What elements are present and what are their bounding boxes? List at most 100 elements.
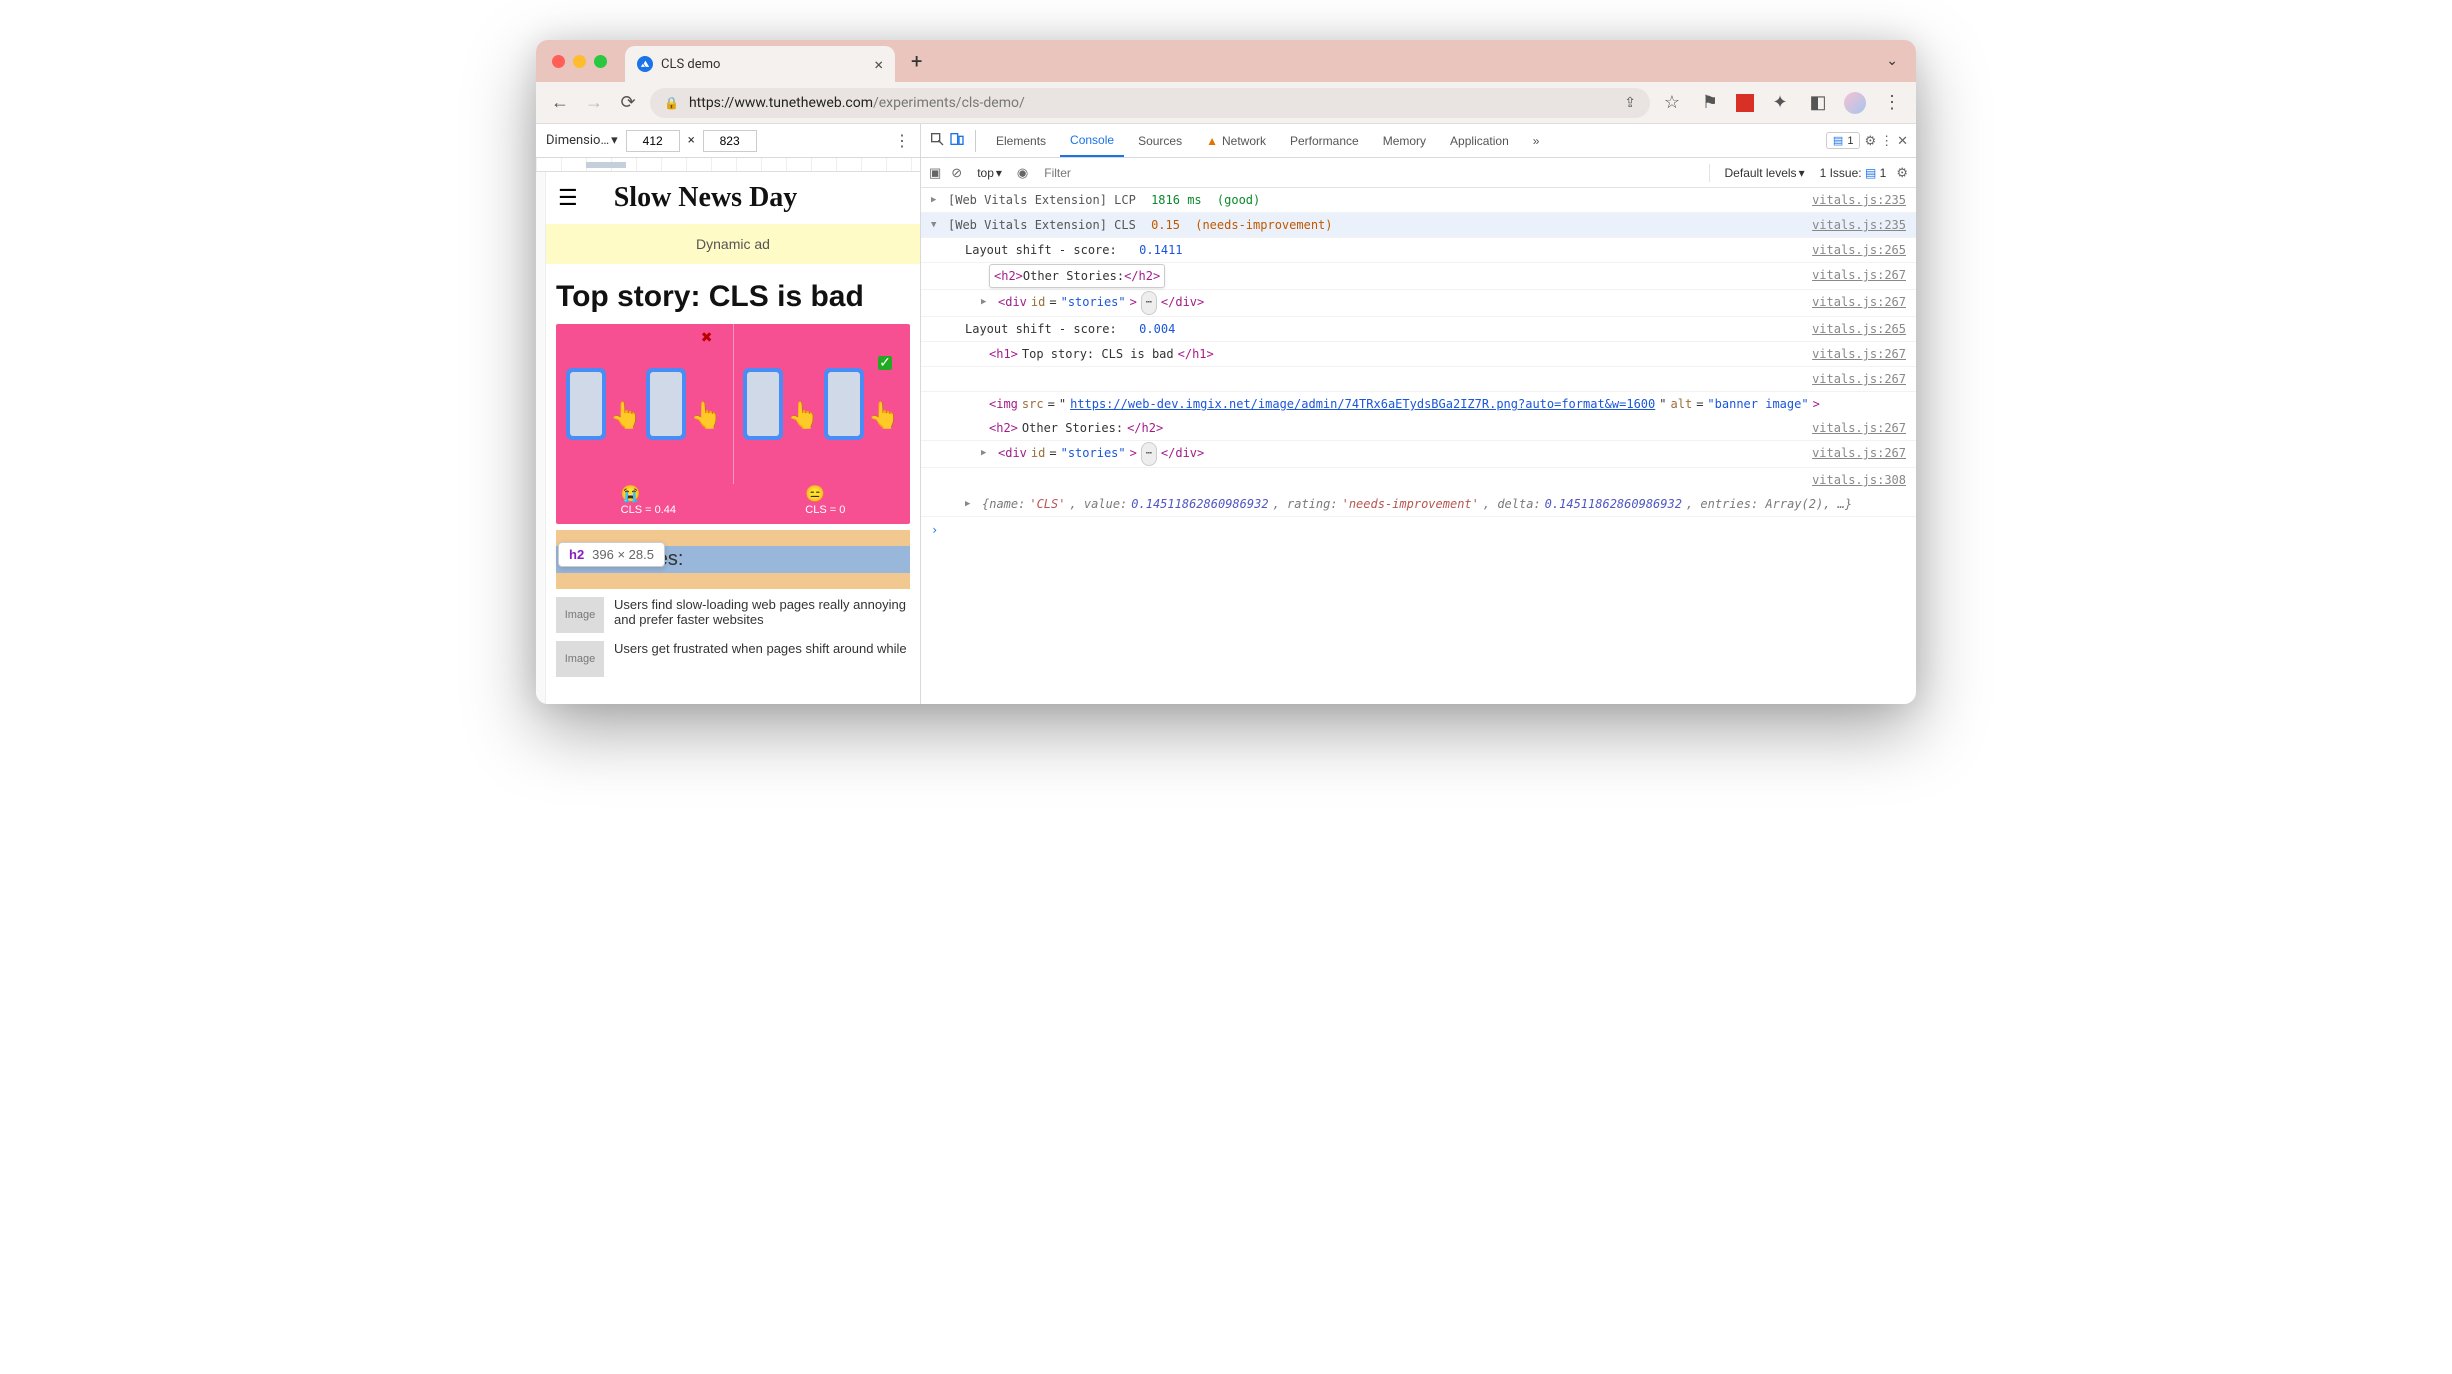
source-link[interactable]: vitals.js:265 <box>1804 239 1906 261</box>
log-entry[interactable]: Layout shift - score: 0.1411 vitals.js:2… <box>921 238 1916 263</box>
log-entry[interactable]: ▼[Web Vitals Extension] CLS 0.15 (needs-… <box>921 213 1916 238</box>
devtools-panel: Elements Console Sources ▲Network Perfor… <box>921 124 1916 704</box>
log-entry[interactable]: vitals.js:267 <box>921 367 1916 392</box>
new-tab-button[interactable]: + <box>911 49 922 73</box>
live-expr-icon[interactable]: ◉ <box>1017 165 1028 181</box>
source-link[interactable]: vitals.js:267 <box>1804 264 1906 288</box>
device-panel: Dimensio…▾ × ⋮ ☰ Slow News Day Dynamic a… <box>536 124 921 704</box>
image-placeholder: Image <box>556 641 604 677</box>
console-settings-icon[interactable]: ⚙ <box>1896 165 1908 181</box>
tab-memory[interactable]: Memory <box>1373 124 1436 157</box>
flag-icon[interactable]: ⚑ <box>1698 91 1722 115</box>
inspect-icon[interactable] <box>929 131 945 150</box>
source-link[interactable]: vitals.js:235 <box>1804 214 1906 236</box>
tab-network[interactable]: ▲Network <box>1196 124 1276 157</box>
ad-banner: Dynamic ad <box>546 224 920 264</box>
workspace: Dimensio…▾ × ⋮ ☰ Slow News Day Dynamic a… <box>536 124 1916 704</box>
dimensions-dropdown[interactable]: Dimensio…▾ <box>546 133 618 148</box>
hamburger-icon[interactable]: ☰ <box>558 185 578 211</box>
browser-toolbar: ← → ⟳ 🔒 https://www.tunetheweb.com/exper… <box>536 82 1916 124</box>
profile-avatar[interactable] <box>1844 92 1866 114</box>
story-item[interactable]: Image Users find slow-loading web pages … <box>556 597 910 633</box>
forward-button[interactable]: → <box>582 91 606 115</box>
issues-chip[interactable]: ▤1 <box>1826 132 1861 149</box>
star-icon[interactable]: ☆ <box>1660 91 1684 115</box>
extension-icon[interactable] <box>1736 94 1754 112</box>
source-link[interactable]: vitals.js:267 <box>1804 442 1906 466</box>
device-viewport[interactable]: ☰ Slow News Day Dynamic ad Top story: CL… <box>546 172 920 704</box>
sidepanel-icon[interactable]: ◧ <box>1806 91 1830 115</box>
close-devtools-icon[interactable]: ✕ <box>1897 133 1908 149</box>
demo-page: ☰ Slow News Day Dynamic ad Top story: CL… <box>546 172 920 677</box>
minimize-window-icon[interactable] <box>573 55 586 68</box>
source-link[interactable]: vitals.js:235 <box>1804 189 1906 211</box>
log-entry[interactable]: <h1>Top story: CLS is bad</h1> vitals.js… <box>921 342 1916 367</box>
url-text: https://www.tunetheweb.com/experiments/c… <box>689 95 1025 111</box>
console-output[interactable]: ▶[Web Vitals Extension] LCP 1816 ms (goo… <box>921 188 1916 704</box>
log-entry[interactable]: <h2>Other Stories:</h2> vitals.js:267 <box>921 416 1916 441</box>
browser-window: CLS demo × + ⌄ ← → ⟳ 🔒 https://www.tunet… <box>536 40 1916 704</box>
console-prompt[interactable]: › <box>921 517 1916 543</box>
close-window-icon[interactable] <box>552 55 565 68</box>
lock-icon: 🔒 <box>664 96 679 110</box>
settings-icon[interactable]: ⚙ <box>1864 133 1876 149</box>
log-entry[interactable]: <h2>Other Stories:</h2> vitals.js:267 <box>921 263 1916 290</box>
levels-selector[interactable]: Default levels ▾ <box>1720 164 1810 182</box>
filter-input[interactable] <box>1038 163 1698 183</box>
log-entry[interactable]: Layout shift - score: 0.004 vitals.js:26… <box>921 317 1916 342</box>
device-toolbar: Dimensio…▾ × ⋮ <box>536 124 920 158</box>
context-selector[interactable]: top ▾ <box>972 164 1007 182</box>
tab-console[interactable]: Console <box>1060 124 1124 157</box>
back-button[interactable]: ← <box>548 91 572 115</box>
width-input[interactable] <box>626 130 680 152</box>
tab-elements[interactable]: Elements <box>986 124 1056 157</box>
window-controls <box>552 55 607 68</box>
favicon-icon <box>637 56 653 72</box>
tab-title: CLS demo <box>661 57 720 72</box>
banner-right: 👆👆 ✓ <box>734 324 911 484</box>
toggle-sidebar-icon[interactable]: ▣ <box>929 165 941 181</box>
device-toggle-icon[interactable] <box>949 131 965 150</box>
headline: Top story: CLS is bad <box>546 264 920 324</box>
kebab-icon[interactable]: ⋮ <box>1880 133 1893 149</box>
story-list: Image Users find slow-loading web pages … <box>546 597 920 677</box>
console-toolbar: ▣ ⊘ top ▾ ◉ Default levels ▾ 1 Issue: ▤ … <box>921 158 1916 188</box>
reload-button[interactable]: ⟳ <box>616 91 640 115</box>
tab-sources[interactable]: Sources <box>1128 124 1192 157</box>
log-entry[interactable]: ▶[Web Vitals Extension] LCP 1816 ms (goo… <box>921 188 1916 213</box>
element-tooltip: h2 396 × 28.5 <box>558 542 665 567</box>
log-entry[interactable]: ▶<div id="stories">⋯</div> vitals.js:267 <box>921 441 1916 468</box>
chevron-down-icon[interactable]: ⌄ <box>1886 53 1898 69</box>
address-bar[interactable]: 🔒 https://www.tunetheweb.com/experiments… <box>650 88 1650 118</box>
times-label: × <box>688 133 695 148</box>
image-placeholder: Image <box>556 597 604 633</box>
log-entry[interactable]: vitals.js:308 <box>921 468 1916 492</box>
source-link[interactable]: vitals.js:265 <box>1804 318 1906 340</box>
more-tabs-icon[interactable]: » <box>1523 124 1550 157</box>
log-entry[interactable]: ▶{name: 'CLS', value: 0.1451186286098693… <box>921 492 1916 517</box>
tab-performance[interactable]: Performance <box>1280 124 1369 157</box>
source-link[interactable]: vitals.js:267 <box>1804 368 1906 390</box>
height-input[interactable] <box>703 130 757 152</box>
share-icon[interactable]: ⇪ <box>1624 95 1636 111</box>
menu-icon[interactable]: ⋮ <box>1880 91 1904 115</box>
device-content: ☰ Slow News Day Dynamic ad Top story: CL… <box>536 172 920 704</box>
issues-link[interactable]: 1 Issue: ▤ 1 <box>1820 166 1887 180</box>
toolbar-icons: ☆ ⚑ ✦ ◧ ⋮ <box>1660 91 1904 115</box>
browser-tab[interactable]: CLS demo × <box>625 46 895 82</box>
story-item[interactable]: Image Users get frustrated when pages sh… <box>556 641 910 677</box>
source-link[interactable]: vitals.js:267 <box>1804 291 1906 315</box>
puzzle-icon[interactable]: ✦ <box>1768 91 1792 115</box>
tab-application[interactable]: Application <box>1440 124 1519 157</box>
maximize-window-icon[interactable] <box>594 55 607 68</box>
tab-close-icon[interactable]: × <box>874 55 883 74</box>
log-entry[interactable]: <img src="https://web-dev.imgix.net/imag… <box>921 392 1916 416</box>
more-icon[interactable]: ⋮ <box>894 131 910 150</box>
source-link[interactable]: vitals.js:267 <box>1804 343 1906 365</box>
source-link[interactable]: vitals.js:308 <box>1804 469 1906 491</box>
log-entry[interactable]: ▶<div id="stories">⋯</div> vitals.js:267 <box>921 290 1916 317</box>
clear-console-icon[interactable]: ⊘ <box>951 165 962 181</box>
tab-strip: CLS demo × + ⌄ <box>536 40 1916 82</box>
source-link[interactable]: vitals.js:267 <box>1804 417 1906 439</box>
site-title: Slow News Day <box>614 182 798 214</box>
